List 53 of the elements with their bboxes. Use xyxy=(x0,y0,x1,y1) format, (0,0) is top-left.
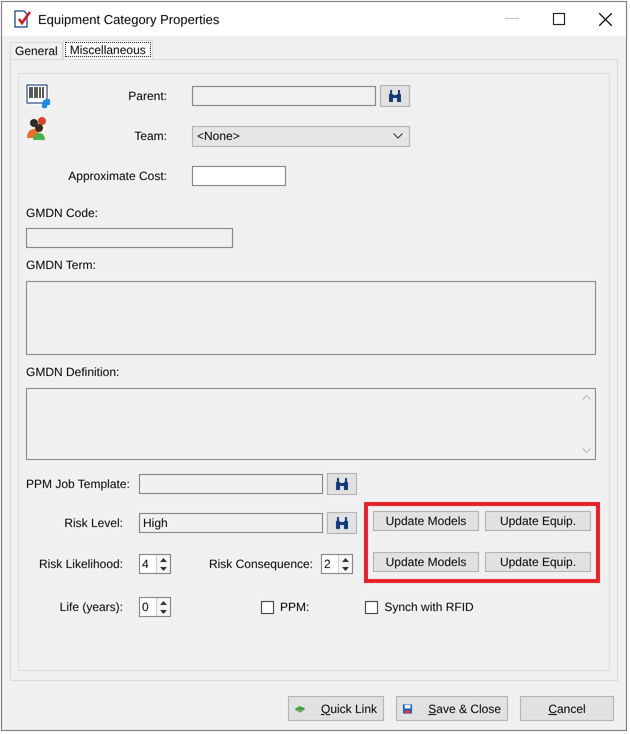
footer-button[interactable]: Cancel xyxy=(520,696,614,721)
barcode-icon xyxy=(26,84,50,108)
field-label: PPM Job Template: xyxy=(26,477,131,491)
update-button[interactable]: Update Models xyxy=(373,552,479,572)
risk-level-field[interactable]: High xyxy=(139,513,323,533)
footer-button[interactable]: Save & Close xyxy=(396,696,508,721)
field-label: Risk Likelihood: xyxy=(38,557,124,571)
search-button[interactable] xyxy=(327,512,357,534)
checkbox-label: Synch with RFID xyxy=(384,600,474,614)
gmdn-term-field[interactable] xyxy=(26,281,596,355)
field-label: Risk Level: xyxy=(63,516,124,530)
chevron-down-icon xyxy=(393,133,403,139)
parent-field[interactable] xyxy=(192,86,376,106)
tab[interactable]: Miscellaneous xyxy=(62,40,153,59)
maximize-icon[interactable] xyxy=(553,13,565,25)
tab[interactable]: General xyxy=(10,42,63,59)
checkbox-label: PPM: xyxy=(280,600,310,614)
binoculars-icon xyxy=(335,478,349,490)
spin-up-icon[interactable] xyxy=(160,600,167,604)
binoculars-icon xyxy=(388,90,402,102)
field-label: Risk Consequence: xyxy=(208,557,314,571)
close-icon[interactable] xyxy=(599,12,612,26)
window-title: Equipment Category Properties xyxy=(38,12,220,26)
field-label: GMDN Code: xyxy=(26,206,100,220)
update-button[interactable]: Update Equip. xyxy=(485,511,591,531)
update-button[interactable]: Update Equip. xyxy=(485,552,591,572)
spin-down-icon[interactable] xyxy=(160,566,167,570)
update-button[interactable]: Update Models xyxy=(373,511,479,531)
likelihood-spinner[interactable]: 4 xyxy=(139,554,171,574)
binoculars-icon xyxy=(335,517,349,529)
document-check-icon xyxy=(12,9,32,29)
life-spinner[interactable]: 0 xyxy=(139,597,171,617)
spin-up-icon[interactable] xyxy=(342,558,349,562)
spin-down-icon[interactable] xyxy=(342,566,349,570)
ppm-template-field[interactable] xyxy=(139,474,323,494)
gmdn-code-field[interactable] xyxy=(26,228,233,248)
checkbox[interactable] xyxy=(365,600,378,614)
field-label: GMDN Term: xyxy=(26,258,97,272)
field-label: GMDN Definition: xyxy=(26,365,120,379)
footer-button[interactable]: Quick Link xyxy=(288,696,384,721)
field-label: Approximate Cost: xyxy=(67,169,168,183)
checkbox[interactable] xyxy=(261,600,274,614)
consequence-spinner[interactable]: 2 xyxy=(321,554,353,574)
field-label: Parent: xyxy=(127,89,168,103)
team-dropdown[interactable]: <None> xyxy=(192,126,410,146)
gmdn-definition-field[interactable] xyxy=(26,388,596,460)
spin-down-icon[interactable] xyxy=(160,610,167,614)
field-label: Team: xyxy=(133,129,168,143)
spin-up-icon[interactable] xyxy=(160,558,167,562)
field-label: Life (years): xyxy=(58,600,124,614)
cost-field[interactable] xyxy=(192,166,286,186)
search-button[interactable] xyxy=(327,473,357,495)
search-button[interactable] xyxy=(380,85,410,107)
